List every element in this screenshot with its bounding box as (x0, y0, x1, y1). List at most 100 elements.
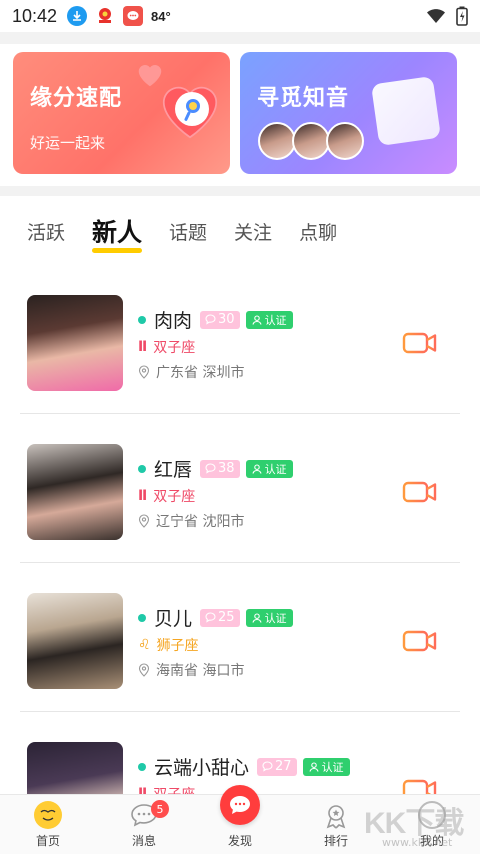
status-temperature: 84° (151, 8, 171, 24)
user-verified-icon (252, 314, 262, 325)
video-call-icon[interactable] (402, 330, 438, 356)
nav-messages[interactable]: 5 消息 (96, 795, 192, 854)
discover-icon (220, 785, 260, 825)
user-age: 27 (275, 759, 292, 774)
online-dot (138, 613, 146, 622)
nav-discover-label: 发现 (227, 834, 252, 848)
online-dot (138, 315, 146, 324)
verified-badge: 认证 (245, 459, 293, 478)
user-verified-icon (309, 761, 319, 772)
user-photo[interactable] (27, 295, 123, 391)
verify-label: 认证 (264, 462, 287, 476)
name-line: 贝儿 25 认证 (138, 604, 293, 631)
user-age: 38 (218, 461, 235, 476)
banner-match-title: 缘分速配 (30, 86, 123, 111)
user-verified-icon (252, 463, 262, 474)
zodiac-line: Ⅱ 双子座 (138, 337, 195, 357)
banner-match-subtitle: 好运一起来 (30, 134, 106, 152)
user-name: 红唇 (154, 459, 193, 481)
location-pin-icon (138, 663, 150, 677)
age-badge: 38 (200, 459, 240, 478)
age-badge: 25 (200, 608, 240, 627)
home-icon (34, 801, 62, 829)
user-name: 肉肉 (154, 310, 193, 332)
user-row[interactable]: 贝儿 25 认证 ♌ 狮子座 海南省 海口市 (0, 564, 480, 712)
location-pin-icon (138, 365, 150, 379)
wifi-icon (427, 9, 445, 23)
zodiac-line: Ⅱ 双子座 (138, 486, 195, 506)
download-icon (67, 6, 88, 26)
age-badge: 30 (200, 310, 240, 329)
nav-rank[interactable]: 排行 (288, 795, 384, 854)
banner-avatars (258, 122, 364, 160)
user-age: 25 (218, 610, 235, 625)
location-label: 海南省 海口市 (156, 663, 245, 679)
age-badge: 27 (257, 757, 297, 776)
chat-bubble-icon (205, 612, 216, 623)
nav-discover[interactable]: 发现 (192, 785, 288, 854)
verified-badge: 认证 (245, 310, 293, 329)
tab-active[interactable]: 活跃 (27, 218, 65, 245)
card-decoration (370, 75, 442, 147)
gemini-icon: Ⅱ (138, 339, 148, 355)
tab-chat[interactable]: 点聊 (299, 218, 337, 245)
video-call-icon[interactable] (402, 479, 438, 505)
battery-icon (456, 6, 468, 26)
category-tabs: 活跃 新人 话题 关注 点聊 (0, 196, 480, 266)
online-dot (138, 464, 146, 473)
user-age: 30 (218, 312, 235, 327)
location-label: 广东省 深圳市 (156, 365, 245, 381)
banner-match[interactable]: 缘分速配 好运一起来 (13, 52, 230, 174)
verified-badge: 认证 (245, 608, 293, 627)
zodiac-line: ♌ 狮子座 (138, 635, 199, 655)
tab-new-label: 新人 (92, 218, 143, 247)
gemini-icon: Ⅱ (138, 488, 148, 504)
verify-label: 认证 (264, 313, 287, 327)
zodiac-label: 狮子座 (156, 638, 199, 654)
user-row[interactable]: 红唇 38 认证 Ⅱ 双子座 辽宁省 沈阳市 (0, 415, 480, 563)
location-label: 辽宁省 沈阳市 (156, 514, 245, 530)
verified-badge: 认证 (302, 757, 350, 776)
name-line: 肉肉 30 认证 (138, 306, 293, 333)
chat-bubble-icon (205, 463, 216, 474)
tab-new[interactable]: 新人 (92, 213, 143, 253)
user-row[interactable]: 肉肉 30 认证 Ⅱ 双子座 广东省 深圳市 (0, 266, 480, 414)
leo-icon: ♌ (138, 637, 151, 653)
tab-underline (92, 248, 143, 253)
nav-home[interactable]: 首页 (0, 795, 96, 854)
status-bar: 10:42 84° (0, 0, 480, 32)
nav-messages-label: 消息 (131, 834, 156, 848)
party-icon (95, 6, 116, 26)
row-divider (20, 562, 460, 563)
avatar (258, 122, 296, 160)
tab-follow[interactable]: 关注 (234, 218, 272, 245)
app-root: 10:42 84° 缘分速配 好运一起来 寻觅知音 活跃 新人 话题 关注 点聊… (0, 0, 480, 854)
top-separator (0, 32, 480, 44)
profile-icon (418, 801, 446, 829)
nav-mine-label: 我的 (419, 834, 444, 848)
video-call-icon[interactable] (402, 628, 438, 654)
banner-soulmate[interactable]: 寻觅知音 (240, 52, 457, 174)
status-time: 10:42 (12, 5, 58, 26)
location-line: 辽宁省 沈阳市 (138, 511, 244, 531)
avatar (326, 122, 364, 160)
user-photo[interactable] (27, 444, 123, 540)
user-photo[interactable] (27, 593, 123, 689)
online-dot (138, 762, 146, 771)
nav-rank-label: 排行 (323, 834, 348, 848)
location-line: 广东省 深圳市 (138, 362, 244, 382)
avatar (292, 122, 330, 160)
status-right (426, 6, 468, 26)
user-name: 贝儿 (154, 608, 193, 630)
rank-icon (326, 805, 346, 829)
user-verified-icon (252, 612, 262, 623)
nav-mine[interactable]: 我的 (384, 795, 480, 854)
user-name: 云端小甜心 (154, 757, 250, 779)
location-line: 海南省 海口市 (138, 660, 244, 680)
lollipop-icon (175, 92, 209, 126)
bottom-nav: 首页 5 消息 发现 排行 我的 (0, 785, 480, 854)
tab-topic[interactable]: 话题 (169, 218, 207, 245)
location-pin-icon (138, 514, 150, 528)
banner-soulmate-title: 寻觅知音 (257, 86, 350, 111)
banner-separator (0, 186, 480, 196)
